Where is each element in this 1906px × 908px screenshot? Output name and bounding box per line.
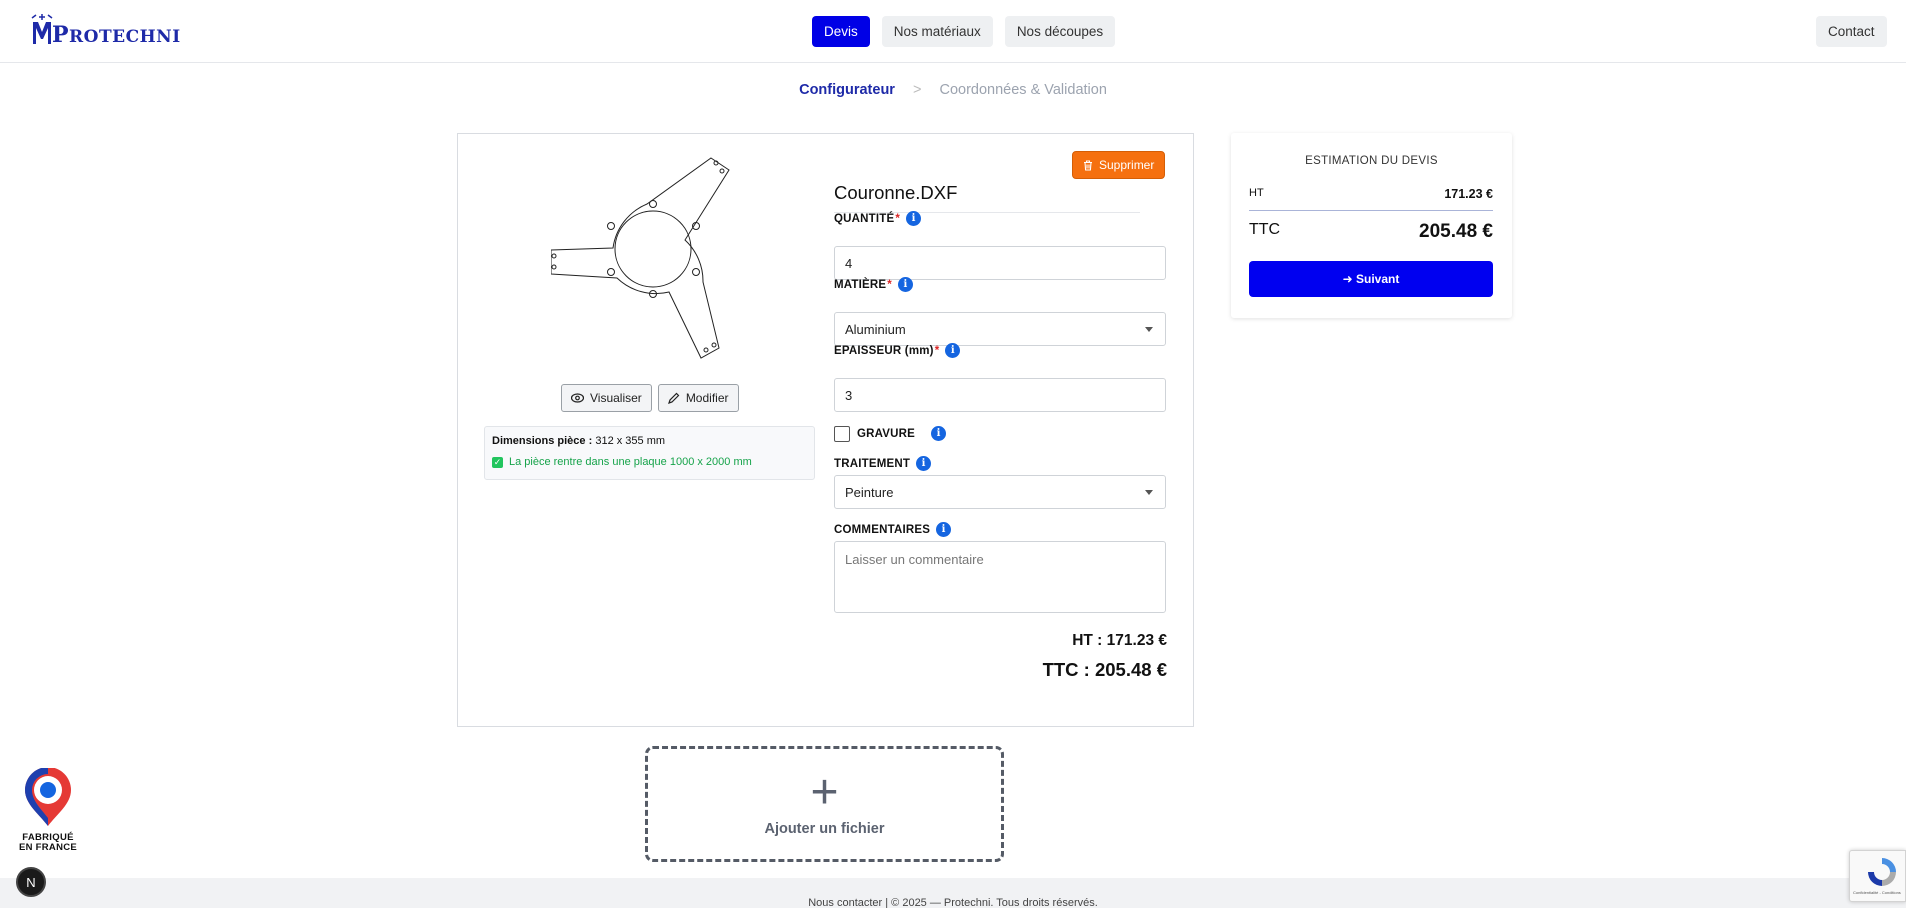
summary-ttc-row: TTC 205.48 € xyxy=(1249,221,1493,243)
info-icon[interactable]: i xyxy=(897,277,913,292)
treatment-select[interactable]: Peinture xyxy=(834,475,1166,509)
page-footer: Nous contacter | © 2025 — Protechni. Tou… xyxy=(0,878,1906,908)
modifier-button[interactable]: Modifier xyxy=(657,384,739,412)
engraving-label: GRAVURE i xyxy=(857,426,947,441)
summary-ht-row: HT 171.23 € xyxy=(1249,187,1493,211)
check-icon: ✓ xyxy=(492,456,503,468)
plate-fit-status: ✓ La pièce rentre dans une plaque 1000 x… xyxy=(492,456,807,468)
plus-icon: + xyxy=(810,766,839,819)
delete-label: Supprimer xyxy=(1099,158,1155,172)
material-label: MATIÈRE * i xyxy=(834,277,913,292)
dimensions-line: Dimensions pièce : 312 x 355 mm xyxy=(492,435,807,447)
info-icon[interactable]: i xyxy=(906,211,922,226)
footer-text: Nous contacter | © 2025 — Protechni. Tou… xyxy=(808,897,1098,908)
info-icon[interactable]: i xyxy=(945,343,961,358)
dimensions-box: Dimensions pièce : 312 x 355 mm ✓ La piè… xyxy=(484,426,815,480)
delete-button[interactable]: Supprimer xyxy=(1072,151,1166,179)
summary-ttc-label: TTC xyxy=(1249,221,1281,238)
summary-ht-label: HT xyxy=(1249,187,1264,199)
card-price-ht: HT : 171.23 € xyxy=(1072,632,1167,649)
info-icon[interactable]: i xyxy=(916,456,932,471)
modifier-label: Modifier xyxy=(685,391,729,405)
add-file-label: Ajouter un fichier xyxy=(764,821,885,837)
breadcrumb: Configurateur > Coordonnées & Validation xyxy=(0,82,1906,98)
quote-summary: ESTIMATION DU DEVIS HT 171.23 € TTC 205.… xyxy=(1231,133,1512,318)
part-preview-drawing xyxy=(551,157,730,359)
info-icon[interactable]: i xyxy=(931,426,947,441)
recaptcha-icon xyxy=(1868,858,1896,886)
recaptcha-badge[interactable]: Confidentialité - Conditions xyxy=(1849,850,1906,902)
thickness-label: EPAISSEUR (mm) * i xyxy=(834,343,961,358)
nav-materiaux[interactable]: Nos matériaux xyxy=(881,16,993,47)
recaptcha-text: Confidentialité - Conditions xyxy=(1853,890,1901,895)
breadcrumb-coordonnees[interactable]: Coordonnées & Validation xyxy=(939,82,1106,98)
preview-actions: Visualiser Modifier xyxy=(561,384,739,412)
quantity-input[interactable]: 4 xyxy=(834,246,1166,280)
dimensions-label: Dimensions pièce : xyxy=(492,435,593,447)
treatment-value: Peinture xyxy=(845,484,894,500)
summary-ht-value: 171.23 € xyxy=(1444,187,1493,201)
breadcrumb-configurateur[interactable]: Configurateur xyxy=(799,82,895,98)
contact-button[interactable]: Contact xyxy=(1816,16,1887,47)
nav-decoupes[interactable]: Nos découpes xyxy=(1004,16,1116,47)
brand-logo[interactable]: PROTECHNI xyxy=(30,14,181,46)
visualiser-label: Visualiser xyxy=(590,391,642,405)
eye-icon xyxy=(571,393,584,403)
made-in-france-badge: FABRIQUÉ EN FRANCE xyxy=(17,767,79,853)
add-file-dropzone[interactable]: + Ajouter un fichier xyxy=(645,746,1004,862)
dimensions-value: 312 x 355 mm xyxy=(595,435,666,447)
comments-textarea[interactable]: Laisser un commentaire xyxy=(834,541,1166,613)
part-card: Visualiser Modifier Dimensions pièce : 3… xyxy=(457,133,1194,727)
top-header: PROTECHNI Devis Nos matériaux Nos découp… xyxy=(0,0,1906,63)
plate-fit-text: La pièce rentre dans une plaque 1000 x 2… xyxy=(509,456,752,468)
card-price-ttc: TTC : 205.48 € xyxy=(1042,659,1167,680)
treatment-label: TRAITEMENT i xyxy=(834,456,932,471)
engraving-checkbox[interactable] xyxy=(834,426,850,442)
protechni-logo-icon xyxy=(31,14,53,44)
brand-name: PROTECHNI xyxy=(52,22,181,48)
quantity-label: QUANTITÉ * i xyxy=(834,211,922,226)
trash-icon xyxy=(1084,159,1092,171)
made-in-france-line2: EN FRANCE xyxy=(18,842,78,853)
visualiser-button[interactable]: Visualiser xyxy=(561,384,652,412)
info-icon[interactable]: i xyxy=(936,522,952,537)
thickness-input[interactable]: 3 xyxy=(834,378,1166,412)
pencil-icon xyxy=(667,392,680,404)
material-select[interactable]: Aluminium xyxy=(834,312,1166,346)
location-pin-icon xyxy=(25,767,71,826)
material-value: Aluminium xyxy=(845,321,906,337)
main-nav: Devis Nos matériaux Nos découpes xyxy=(812,16,1116,47)
comments-label: COMMENTAIRES i xyxy=(834,522,952,537)
next-button[interactable]: ➜ Suivant xyxy=(1249,261,1493,297)
nav-devis[interactable]: Devis xyxy=(812,16,870,47)
file-name: Couronne.DXF xyxy=(834,182,1140,213)
summary-ttc-value: 205.48 € xyxy=(1419,221,1493,242)
caret-down-icon xyxy=(1145,327,1153,332)
next-dev-indicator[interactable]: N xyxy=(16,867,46,897)
summary-title: ESTIMATION DU DEVIS xyxy=(1305,155,1438,167)
breadcrumb-separator: > xyxy=(912,82,922,98)
caret-down-icon xyxy=(1145,490,1153,495)
